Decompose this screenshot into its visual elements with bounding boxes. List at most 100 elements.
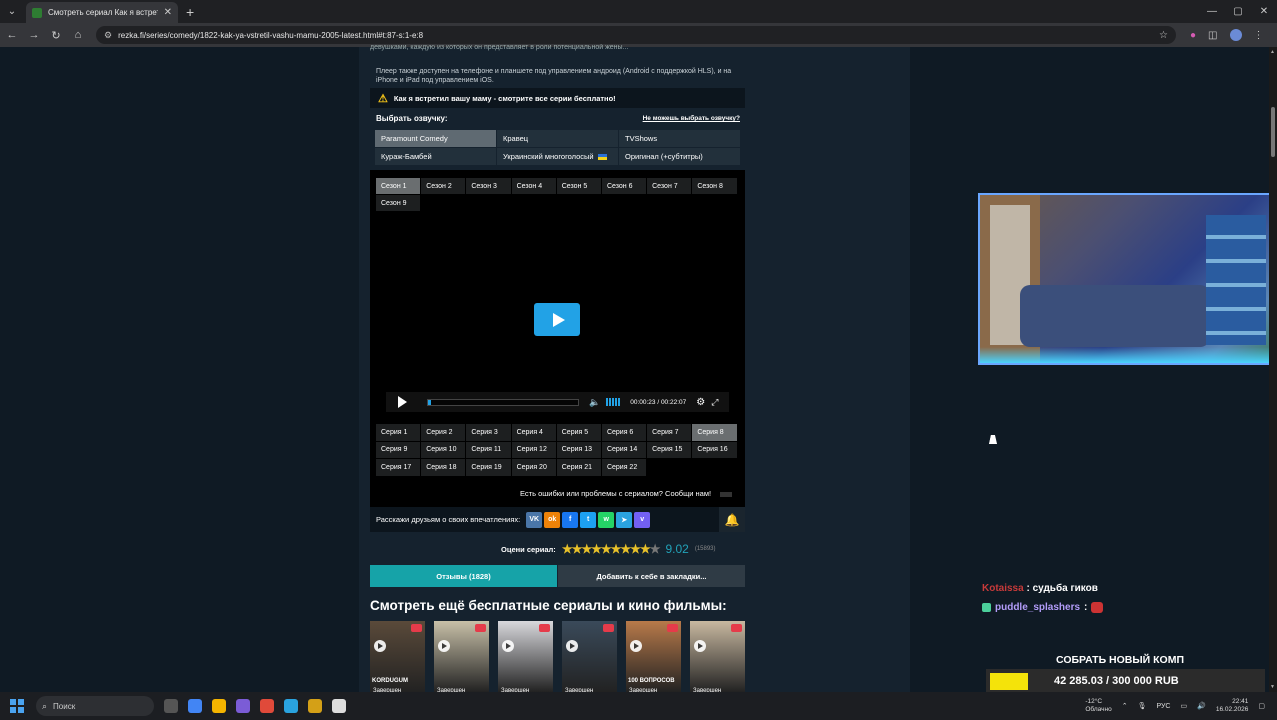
season-tab[interactable]: Сезон 5 bbox=[556, 178, 601, 194]
speaker-icon[interactable]: 🔊 bbox=[1197, 702, 1206, 710]
episode-tab[interactable]: Серия 18 bbox=[421, 459, 466, 476]
poster-card[interactable]: Завершен bbox=[562, 621, 617, 692]
minimize-icon[interactable]: — bbox=[1199, 0, 1225, 23]
star-icon[interactable]: ★ bbox=[581, 542, 592, 556]
episode-tab[interactable]: Серия 5 bbox=[556, 424, 601, 441]
episode-tab[interactable]: Серия 22 bbox=[601, 459, 647, 476]
site-info-icon[interactable]: ⚙ bbox=[104, 30, 112, 41]
volume-icon[interactable]: 🔈 bbox=[589, 397, 600, 408]
control-play-icon[interactable] bbox=[398, 396, 407, 408]
episode-tab[interactable]: Серия 1 bbox=[376, 424, 421, 441]
poster-card[interactable]: Завершен bbox=[690, 621, 745, 692]
clock[interactable]: 22:41 16.02.2026 bbox=[1216, 698, 1249, 714]
star-icon[interactable]: ★ bbox=[591, 542, 602, 556]
vk-share-icon[interactable]: VK bbox=[526, 511, 543, 528]
poster-play-icon[interactable] bbox=[566, 640, 578, 652]
taskbar-search[interactable]: ⌕ Поиск bbox=[36, 696, 154, 716]
back-icon[interactable]: ← bbox=[2, 29, 22, 41]
poster-card[interactable]: Завершен bbox=[498, 621, 553, 692]
season-tab[interactable]: Сезон 4 bbox=[511, 178, 556, 194]
explorer-icon[interactable] bbox=[212, 699, 226, 713]
notifications-icon[interactable]: ▢ bbox=[1258, 702, 1265, 710]
star-icon[interactable]: ★ bbox=[572, 542, 583, 556]
home-icon[interactable]: ⌂ bbox=[68, 29, 88, 41]
telegram-share-icon[interactable]: ➤ bbox=[616, 511, 633, 528]
network-icon[interactable]: ▭ bbox=[1180, 702, 1187, 710]
language-indicator[interactable]: РУС bbox=[1156, 703, 1170, 710]
poster-play-icon[interactable] bbox=[438, 640, 450, 652]
app2-icon[interactable] bbox=[308, 699, 322, 713]
episode-tab[interactable]: Серия 6 bbox=[601, 424, 647, 441]
mic-icon[interactable]: 🎙 bbox=[1138, 702, 1147, 710]
new-tab-icon[interactable]: + bbox=[186, 4, 194, 20]
episode-tab[interactable]: Серия 17 bbox=[376, 459, 421, 476]
telegram-icon[interactable] bbox=[284, 699, 298, 713]
star-icon[interactable]: ★ bbox=[650, 542, 661, 556]
close-tab-icon[interactable]: ✕ bbox=[164, 7, 172, 18]
star-icon[interactable]: ★ bbox=[640, 542, 651, 556]
page-scrollbar[interactable]: ▲ ▼ bbox=[1269, 47, 1277, 692]
progress-bar[interactable] bbox=[427, 398, 579, 406]
chrome-icon[interactable] bbox=[188, 699, 202, 713]
episode-tab[interactable]: Серия 3 bbox=[466, 424, 511, 441]
episode-tab[interactable]: Серия 7 bbox=[647, 424, 692, 441]
star-icon[interactable]: ★ bbox=[620, 542, 631, 556]
url-field[interactable]: ⚙ rezka.fi/series/comedy/1822-kak-ya-vst… bbox=[96, 26, 1176, 44]
star-icon[interactable]: ★ bbox=[630, 542, 641, 556]
twitter-share-icon[interactable]: t bbox=[580, 511, 597, 528]
tray-expand-icon[interactable]: ⌃ bbox=[1122, 702, 1128, 710]
poster-play-icon[interactable] bbox=[694, 640, 706, 652]
close-window-icon[interactable]: ✕ bbox=[1251, 0, 1277, 23]
voice-item[interactable]: Кураж-Бамбей bbox=[375, 148, 496, 165]
season-tab[interactable]: Сезон 6 bbox=[601, 178, 647, 194]
season-tab[interactable]: Сезон 9 bbox=[376, 195, 421, 211]
season-tab[interactable]: Сезон 8 bbox=[692, 178, 737, 194]
episode-tab[interactable]: Серия 13 bbox=[556, 441, 601, 458]
reviews-button[interactable]: Отзывы (1828) bbox=[370, 565, 557, 587]
extension-icon[interactable]: ● bbox=[1190, 30, 1196, 41]
episode-tab[interactable]: Серия 2 bbox=[421, 424, 466, 441]
episode-tab[interactable]: Серия 9 bbox=[376, 441, 421, 458]
reload-icon[interactable]: ↻ bbox=[46, 29, 66, 42]
profile-avatar[interactable] bbox=[1229, 29, 1242, 41]
taskview-icon[interactable] bbox=[164, 699, 178, 713]
episode-tab[interactable]: Серия 16 bbox=[692, 441, 737, 458]
tab-search-icon[interactable]: ⌄ bbox=[0, 0, 24, 23]
season-tab[interactable]: Сезон 3 bbox=[466, 178, 511, 194]
star-icon[interactable]: ★ bbox=[601, 542, 612, 556]
poster-play-icon[interactable] bbox=[502, 640, 514, 652]
forward-icon[interactable]: → bbox=[24, 29, 44, 41]
season-tab[interactable]: Сезон 7 bbox=[647, 178, 692, 194]
episode-tab[interactable]: Серия 11 bbox=[466, 441, 511, 458]
star-icon[interactable]: ★ bbox=[562, 542, 573, 556]
season-tab[interactable]: Сезон 2 bbox=[421, 178, 466, 194]
whatsapp-share-icon[interactable]: w bbox=[598, 511, 615, 528]
facebook-share-icon[interactable]: f bbox=[562, 511, 579, 528]
episode-tab[interactable]: Серия 14 bbox=[601, 441, 647, 458]
star-icon[interactable]: ★ bbox=[611, 542, 622, 556]
episode-tab[interactable]: Серия 20 bbox=[511, 459, 556, 476]
browser-tab[interactable]: Смотреть сериал Как я встрет... ✕ bbox=[26, 2, 178, 23]
episode-tab[interactable]: Серия 12 bbox=[511, 441, 556, 458]
cant-choose-link[interactable]: Не можешь выбрать озвучку? bbox=[643, 115, 740, 122]
poster-card[interactable]: Завершен KORDUGUM bbox=[370, 621, 425, 692]
report-toggle[interactable] bbox=[720, 492, 732, 497]
settings-gear-icon[interactable]: ⚙ bbox=[696, 397, 705, 408]
episode-tab[interactable]: Серия 4 bbox=[511, 424, 556, 441]
season-tab[interactable]: Сезон 1 bbox=[376, 178, 421, 194]
maximize-icon[interactable]: ▢ bbox=[1225, 0, 1251, 23]
episode-tab[interactable]: Серия 10 bbox=[421, 441, 466, 458]
episode-tab[interactable]: Серия 21 bbox=[556, 459, 601, 476]
notify-bell-icon[interactable]: 🔔 bbox=[719, 507, 745, 532]
episode-tab[interactable]: Серия 8 bbox=[692, 424, 737, 441]
scroll-up-icon[interactable]: ▲ bbox=[1270, 49, 1275, 55]
weather-widget[interactable]: -12°C Облачно bbox=[1085, 698, 1111, 714]
voice-item[interactable]: TVShows bbox=[619, 130, 740, 147]
voice-item[interactable]: Оригинал (+субтитры) bbox=[619, 148, 740, 165]
rating-stars[interactable]: ★ ★ ★ ★ ★ ★ ★ ★ ★ ★ bbox=[562, 542, 661, 556]
obs-icon[interactable] bbox=[332, 699, 346, 713]
fullscreen-icon[interactable]: ⤢ bbox=[711, 397, 718, 408]
menu-icon[interactable]: ⋮ bbox=[1254, 30, 1264, 41]
ok-share-icon[interactable]: ok bbox=[544, 511, 561, 528]
viber-share-icon[interactable]: v bbox=[634, 511, 651, 528]
